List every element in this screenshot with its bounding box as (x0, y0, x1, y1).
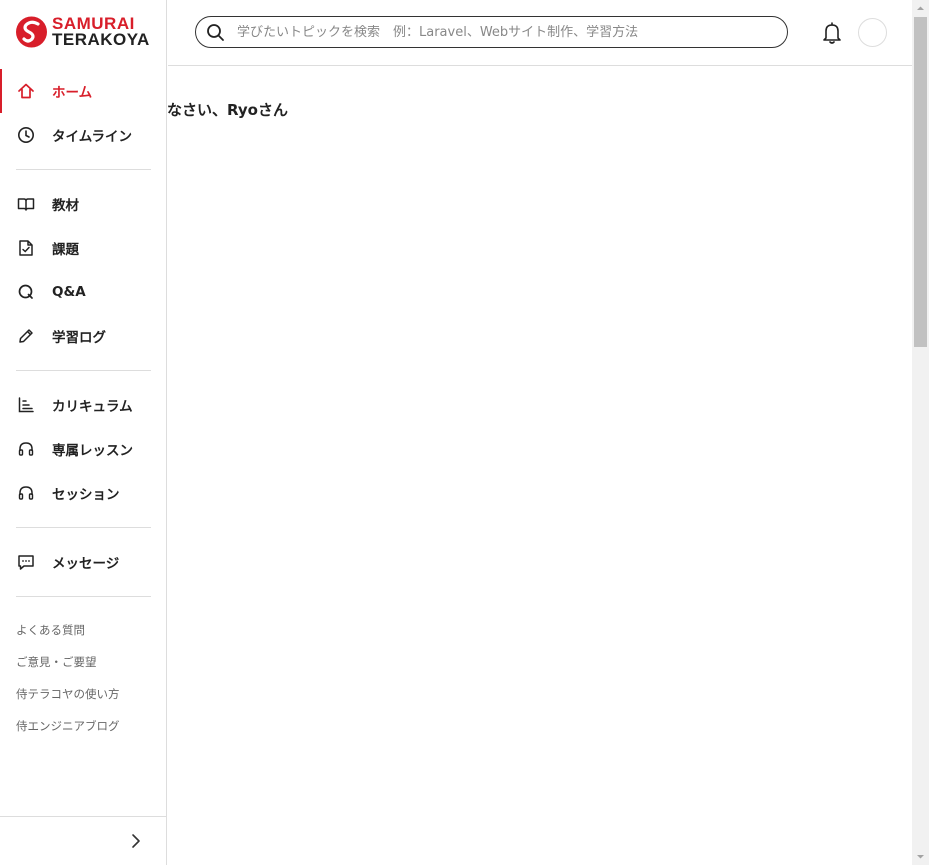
faq-link[interactable]: よくある質問 (16, 622, 85, 638)
scrollbar[interactable] (912, 0, 929, 865)
sidebar-item-label: ホーム (52, 85, 93, 101)
avatar[interactable] (858, 18, 887, 47)
search-icon (207, 23, 224, 41)
top-header (168, 0, 912, 66)
sidebar-item-curriculum[interactable]: カリキュラム (0, 383, 166, 427)
sidebar-item-label: カリキュラム (52, 399, 133, 415)
scrollbar-thumb[interactable] (914, 17, 927, 347)
scroll-up-arrow-icon[interactable] (912, 0, 929, 17)
divider (16, 169, 151, 170)
search-input[interactable] (237, 24, 777, 40)
sidebar-footer (0, 816, 166, 866)
chat-icon (18, 555, 34, 570)
pencil-icon (19, 329, 33, 343)
sidebar-item-label: 課題 (52, 242, 79, 258)
samurai-logo-icon (16, 16, 47, 48)
sidebar-item-messages[interactable]: メッセージ (0, 540, 166, 584)
divider (16, 596, 151, 597)
greeting-text: なさい、Ryoさん (167, 101, 288, 119)
sidebar-item-private-lesson[interactable]: 専属レッスン (0, 427, 166, 471)
task-icon (19, 240, 33, 256)
sidebar-item-learning-log[interactable]: 学習ログ (0, 314, 166, 358)
bell-icon[interactable] (821, 21, 843, 45)
sidebar-item-label: 学習ログ (52, 330, 106, 346)
sidebar-item-label: 教材 (52, 198, 79, 214)
book-icon (17, 198, 35, 211)
sidebar-item-assignments[interactable]: 課題 (0, 226, 166, 270)
sidebar-item-session[interactable]: セッション (0, 471, 166, 515)
sidebar-item-timeline[interactable]: タイムライン (0, 113, 166, 157)
scroll-down-arrow-icon[interactable] (912, 848, 929, 865)
logo[interactable]: SAMURAI TERAKOYA (16, 15, 150, 49)
home-icon (18, 83, 34, 99)
sidebar-item-materials[interactable]: 教材 (0, 182, 166, 226)
headset-icon (18, 486, 34, 500)
headset-icon (18, 442, 34, 456)
clock-icon (18, 127, 34, 143)
how-to-use-link[interactable]: 侍テラコヤの使い方 (16, 686, 120, 702)
feedback-link[interactable]: ご意見・ご要望 (16, 654, 97, 670)
engineer-blog-link[interactable]: 侍エンジニアブログ (16, 718, 120, 734)
sidebar-item-label: Q&A (52, 284, 86, 300)
sidebar-item-label: タイムライン (52, 129, 133, 145)
divider (16, 527, 151, 528)
chevron-right-icon[interactable] (128, 833, 144, 849)
sidebar-item-label: セッション (52, 487, 120, 503)
sidebar-item-qa[interactable]: Q&A (0, 270, 166, 314)
logo-line2: TERAKOYA (52, 30, 150, 49)
divider (16, 370, 151, 371)
sidebar-item-label: メッセージ (52, 556, 120, 572)
qa-icon (18, 284, 33, 299)
sidebar-item-home[interactable]: ホーム (0, 69, 166, 113)
curriculum-icon (18, 397, 34, 413)
search-bar[interactable] (195, 16, 788, 48)
sidebar-item-label: 専属レッスン (52, 443, 133, 459)
sidebar: SAMURAI TERAKOYA ホーム タイムライン 教材 課題 Q&A 学習… (0, 0, 167, 865)
